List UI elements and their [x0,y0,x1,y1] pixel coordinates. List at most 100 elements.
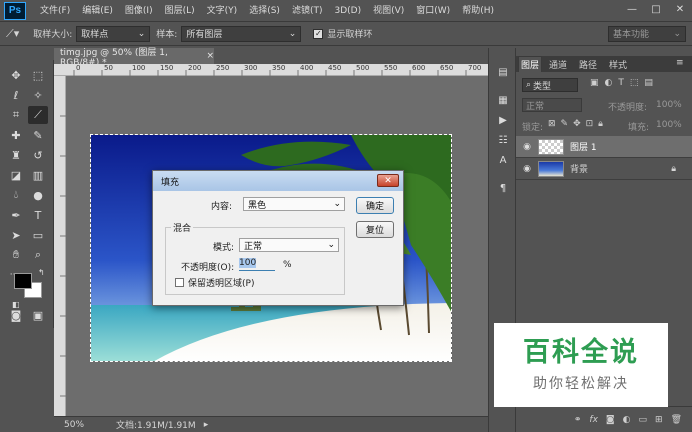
opacity-input[interactable]: 100 [239,258,275,271]
eyedropper-tool-icon[interactable]: ⟋ [28,106,48,124]
lock-icons[interactable]: ⊠✎✥⊡🔒︎ [548,119,608,129]
blend-mode-select[interactable]: 正常 [522,98,582,112]
panel-menu-icon[interactable]: ≡ [676,58,684,68]
status-menu-arrow-icon[interactable]: ▸ [204,420,209,430]
layer-name: 背景 [570,165,589,175]
link-layers-icon[interactable]: ⚭ [574,415,582,425]
hand-tool-icon[interactable]: ✋︎ [6,246,26,264]
menu-file[interactable]: 文件(F) [34,0,76,22]
layer-opacity-value[interactable]: 100% [656,100,682,110]
move-tool-icon[interactable]: ✥ [6,66,26,84]
lock-icon: 🔒︎ [671,163,676,174]
adjustment-icon[interactable]: ◐ [623,415,631,425]
ruler-label: 0 [76,64,81,72]
filter-icons[interactable]: ▣◐T⬚▤ [590,78,659,88]
reset-button[interactable]: 复位 [356,221,394,238]
menu-select[interactable]: 选择(S) [243,0,286,22]
swatches-panel-icon[interactable]: ▦ [495,92,511,108]
tab-layers[interactable]: 图层 [518,56,542,72]
properties-panel-icon[interactable]: ☷ [495,132,511,148]
menu-image[interactable]: 图像(I) [119,0,159,22]
mask-icon[interactable]: ◙ [606,415,615,425]
dialog-titlebar[interactable]: 填充 ✕ [153,171,403,191]
actions-panel-icon[interactable]: ▶ [495,112,511,128]
ruler-label: 100 [132,64,146,72]
status-bar: 50% 文档:1.91M/1.91M ▸ [54,416,488,432]
workspace-select[interactable]: 基本功能 ⌄ [608,25,686,42]
show-ring-checkbox[interactable]: ✓ [313,28,324,39]
menu-filter[interactable]: 滤镜(T) [286,0,329,22]
trash-icon[interactable]: 🗑︎ [671,415,682,425]
sample-size-select[interactable]: 取样点 ⌄ [76,25,151,42]
menu-window[interactable]: 窗口(W) [410,0,456,22]
fill-label: 填充: [628,123,650,133]
maximize-button[interactable]: □ [644,0,668,18]
zoom-tool-icon[interactable]: ⌕ [28,246,48,264]
minimize-button[interactable]: — [620,0,644,18]
menu-help[interactable]: 帮助(H) [456,0,500,22]
ok-button[interactable]: 确定 [356,197,394,214]
character-panel-icon[interactable]: A [495,152,511,168]
fx-icon[interactable]: fx [589,415,598,425]
chevron-down-icon: ⌄ [673,28,681,39]
eye-icon[interactable]: ◉ [516,142,538,152]
tab-channels[interactable]: 通道 [546,56,570,72]
crop-tool-icon[interactable]: ⌗ [6,106,26,124]
healing-brush-tool-icon[interactable]: ✚ [6,126,26,144]
lasso-tool-icon[interactable]: ℓ [6,86,26,104]
type-tool-icon[interactable]: T [28,206,48,224]
watermark: 百科全说 助你轻松解决 [494,323,668,407]
dodge-tool-icon[interactable]: ● [28,186,48,204]
tab-styles[interactable]: 样式 [606,56,630,72]
magic-wand-tool-icon[interactable]: ✧ [28,86,48,104]
swap-colors-icon[interactable]: ↰ [38,268,45,277]
photoshop-logo: Ps [4,1,26,20]
close-dialog-button[interactable]: ✕ [377,174,399,187]
blur-tool-icon[interactable]: 💧︎ [6,186,26,204]
folder-icon[interactable]: ▭ [639,415,648,425]
show-ring-label: 显示取样环 [327,30,373,40]
path-selection-tool-icon[interactable]: ➤ [6,226,26,244]
dialog-title: 填充 [161,177,180,188]
eye-icon[interactable]: ◉ [516,164,538,174]
brush-tool-icon[interactable]: ✎ [28,126,48,144]
content-label: 内容: [211,202,233,212]
ruler-label: 500 [356,64,370,72]
gradient-tool-icon[interactable]: ▥ [28,166,48,184]
menu-layer[interactable]: 图层(L) [159,0,201,22]
close-window-button[interactable]: ✕ [668,0,692,18]
history-panel-icon[interactable]: ▤ [495,64,511,80]
ruler-label: 200 [188,64,202,72]
new-layer-icon[interactable]: ⊞ [655,415,663,425]
eraser-tool-icon[interactable]: ◪ [6,166,26,184]
foreground-color-swatch[interactable] [14,273,32,289]
shape-tool-icon[interactable]: ▭ [28,226,48,244]
menu-type[interactable]: 文字(Y) [201,0,244,22]
layer-row[interactable]: ◉ 背景 🔒︎ [516,158,692,180]
close-tab-icon[interactable]: × [206,51,214,61]
zoom-level[interactable]: 50% [64,420,104,430]
history-brush-tool-icon[interactable]: ↺ [28,146,48,164]
fill-value[interactable]: 100% [656,120,682,130]
sample-select[interactable]: 所有图层 ⌄ [181,25,302,42]
pen-tool-icon[interactable]: ✒ [6,206,26,224]
quick-mask-icon[interactable]: ◙ [6,306,26,324]
tab-paths[interactable]: 路径 [576,56,600,72]
preserve-transparency-checkbox[interactable] [175,278,184,287]
mode-label: 模式: [213,243,235,253]
marquee-tool-icon[interactable]: ⬚ [28,66,48,84]
ruler-label: 350 [272,64,286,72]
menu-edit[interactable]: 编辑(E) [76,0,119,22]
eyedropper-tool-icon[interactable]: ⟋▾ [6,27,19,41]
paragraph-panel-icon[interactable]: ¶ [495,180,511,196]
layer-row[interactable]: ◉ 图层 1 [516,136,692,158]
mode-select[interactable]: 正常 ⌄ [239,238,339,252]
menu-3d[interactable]: 3D(D) [328,0,367,22]
document-tab[interactable]: timg.jpg @ 50% (图层 1, RGB/8#) * × [54,48,214,68]
content-select[interactable]: 黑色 ⌄ [243,197,345,211]
clone-stamp-tool-icon[interactable]: ♜ [6,146,26,164]
screen-mode-icon[interactable]: ▣ [28,306,48,324]
fill-dialog: 填充 ✕ 内容: 黑色 ⌄ 确定 复位 混合 模式: 正常 ⌄ 不透明度(O):… [152,170,404,306]
kind-filter-select[interactable]: ⌕ 类型 [522,78,578,92]
menu-view[interactable]: 视图(V) [367,0,410,22]
